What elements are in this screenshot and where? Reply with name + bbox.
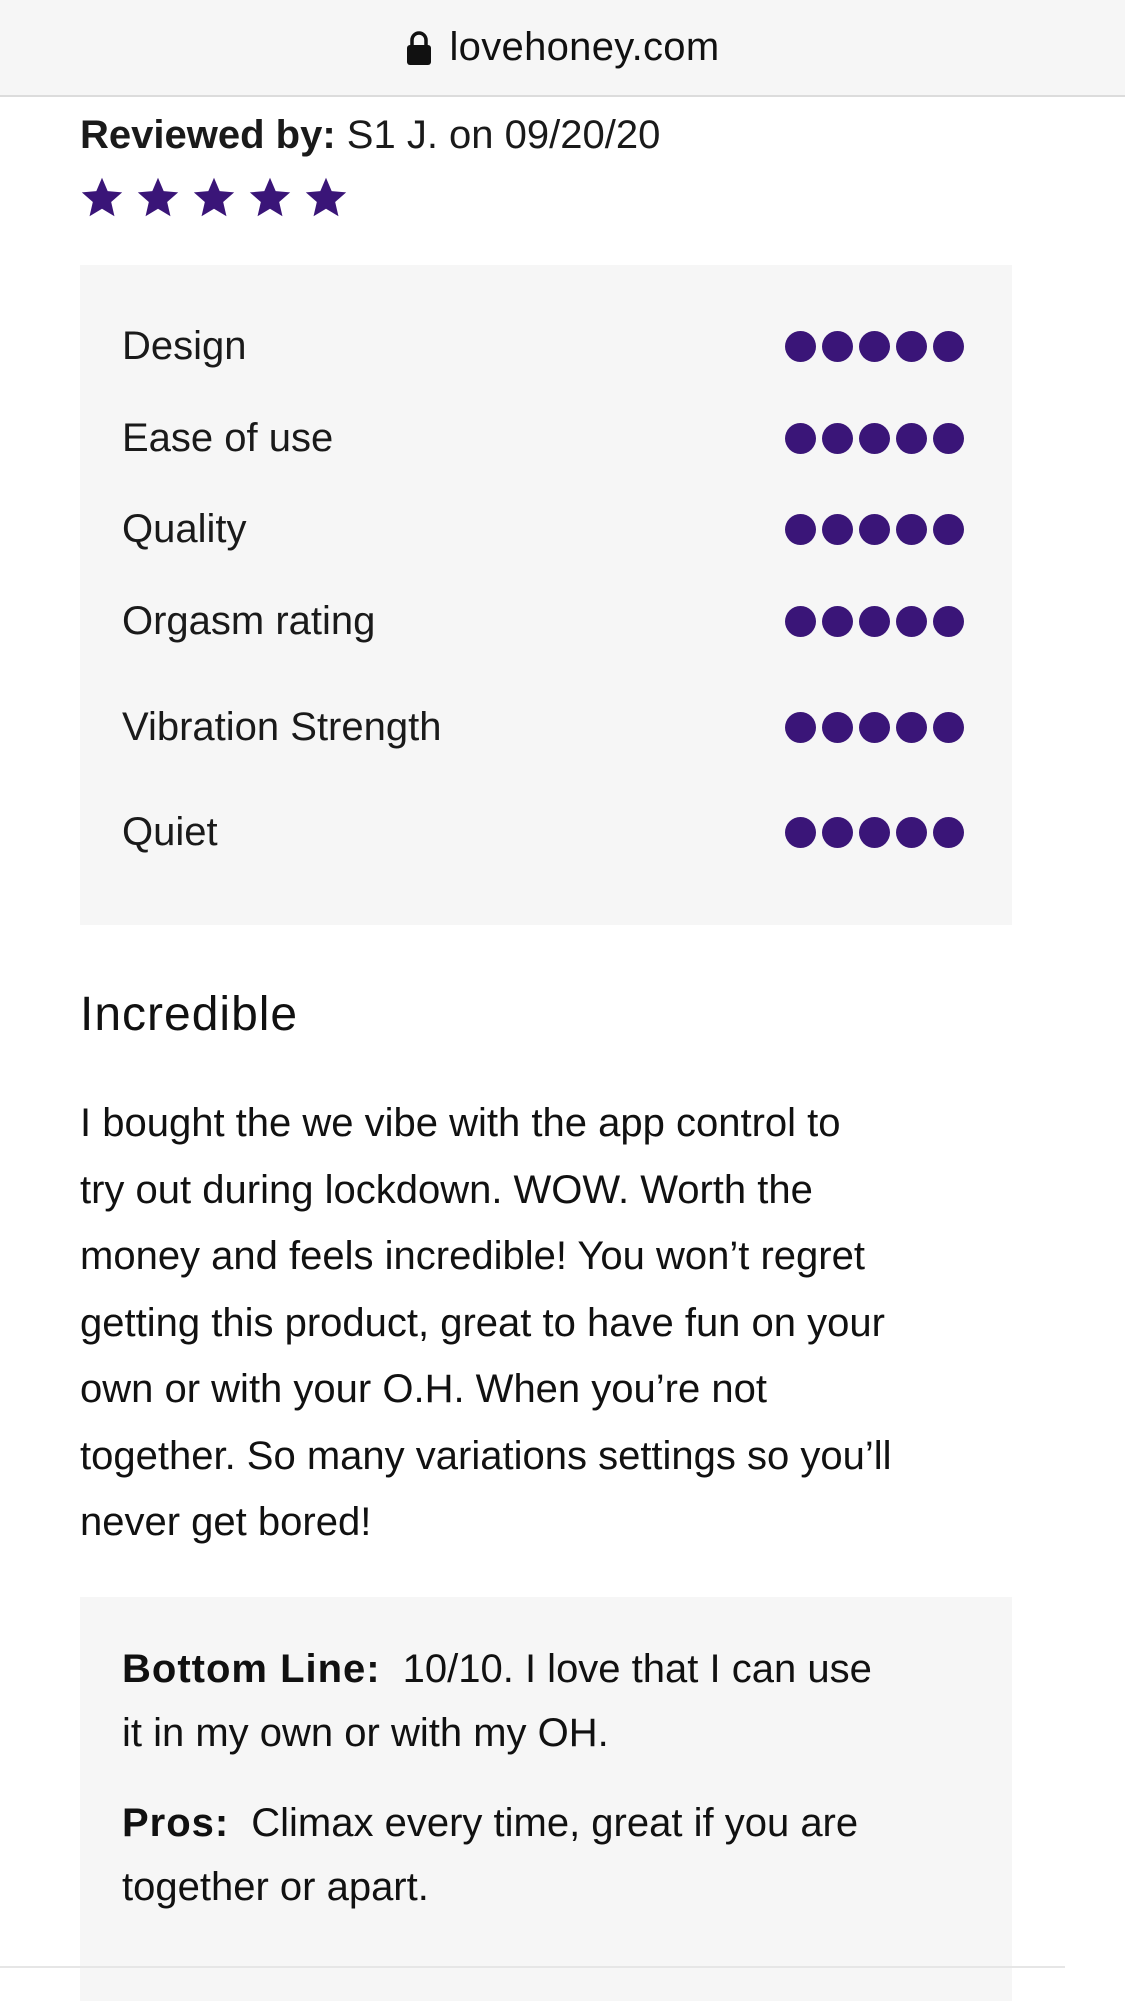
review-body-line: never get bored! <box>80 1500 372 1544</box>
rating-dot <box>896 816 927 848</box>
rating-dot <box>822 605 853 637</box>
overall-star-rating <box>80 175 348 219</box>
star-icon <box>193 177 235 217</box>
bottom-line-text: 10/10. I love that I can use <box>402 1647 872 1691</box>
bottom-line-first: Bottom Line: 10/10. I love that I can use <box>122 1637 982 1701</box>
rating-dot <box>859 605 890 637</box>
browser-url-bar[interactable]: lovehoney.com <box>0 0 1125 97</box>
rating-dot <box>785 513 816 545</box>
pros-label: Pros: <box>122 1801 230 1845</box>
rating-label: Vibration Strength <box>122 704 442 749</box>
ratings-panel: Design Ease of use Quality Orgasm rating… <box>80 265 1012 925</box>
star-icon <box>81 177 123 217</box>
rating-label: Orgasm rating <box>122 598 376 643</box>
lock-icon <box>406 30 432 66</box>
rating-dot <box>859 422 890 454</box>
bottom-line: Bottom Line: 10/10. I love that I can use… <box>122 1637 982 1765</box>
rating-label: Design <box>122 323 247 368</box>
url-text: lovehoney.com <box>449 25 720 69</box>
pros-text: together or apart. <box>122 1865 429 1909</box>
page-divider <box>0 1966 1065 1968</box>
rating-dot <box>859 513 890 545</box>
pros-text: Climax every time, great if you are <box>251 1801 859 1845</box>
bottom-line-text: it in my own or with my OH. <box>122 1711 609 1755</box>
rating-dot <box>785 330 816 362</box>
rating-dot <box>933 711 964 743</box>
rating-dot <box>785 711 816 743</box>
rating-dots <box>785 605 964 637</box>
rating-dots <box>785 422 964 454</box>
review-body-line: I bought the we vibe with the app contro… <box>80 1101 841 1145</box>
summary-panel: Bottom Line: 10/10. I love that I can use… <box>80 1597 1012 2001</box>
rating-row-quality: Quality <box>122 499 964 559</box>
rating-dot <box>785 422 816 454</box>
rating-dot <box>822 422 853 454</box>
pros: Pros: Climax every time, great if you are… <box>122 1791 982 1919</box>
rating-dot <box>822 711 853 743</box>
rating-dots <box>785 711 964 743</box>
review-body: I bought the we vibe with the app contro… <box>80 1090 1012 1556</box>
rating-dot <box>933 330 964 362</box>
rating-dots <box>785 513 964 545</box>
review-title: Incredible <box>80 988 299 1041</box>
star-icon <box>249 177 291 217</box>
rating-row-quiet: Quiet <box>122 802 964 862</box>
rating-row-ease-of-use: Ease of use <box>122 408 964 468</box>
rating-label: Ease of use <box>122 415 334 460</box>
rating-dot <box>785 605 816 637</box>
rating-dot <box>859 330 890 362</box>
rating-dots <box>785 330 964 362</box>
rating-dot <box>896 513 927 545</box>
pros-first: Pros: Climax every time, great if you are <box>122 1791 982 1855</box>
rating-dot <box>896 711 927 743</box>
rating-dot <box>822 330 853 362</box>
review-body-line: together. So many variations settings so… <box>80 1433 892 1478</box>
rating-dot <box>896 422 927 454</box>
bottom-line-label: Bottom Line: <box>122 1647 381 1691</box>
rating-dot <box>859 816 890 848</box>
rating-label: Quality <box>122 506 247 551</box>
rating-label: Quiet <box>122 809 218 854</box>
star-icon <box>305 177 347 217</box>
rating-row-design: Design <box>122 316 964 376</box>
review-body-line: money and feels incredible! You won’t re… <box>80 1234 865 1278</box>
rating-dot <box>933 422 964 454</box>
reviewed-by-label: Reviewed by: <box>80 113 336 157</box>
review-body-line: getting this product, great to have fun … <box>80 1300 885 1345</box>
rating-dot <box>859 711 890 743</box>
rating-dot <box>933 816 964 848</box>
rating-dot <box>896 330 927 362</box>
rating-row-orgasm-rating: Orgasm rating <box>122 591 964 651</box>
reviewer-name-date: S1 J. on 09/20/20 <box>346 113 661 157</box>
summary-content: Bottom Line: 10/10. I love that I can use… <box>122 1637 982 1945</box>
rating-dot <box>822 816 853 848</box>
rating-dot <box>822 513 853 545</box>
rating-row-vibration-strength: Vibration Strength <box>122 697 964 757</box>
review-body-line: try out during lockdown. WOW. Worth the <box>80 1167 813 1212</box>
rating-dot <box>896 605 927 637</box>
reviewer-line: Reviewed by: S1 J. on 09/20/20 <box>80 107 660 163</box>
rating-dots <box>785 816 964 848</box>
rating-dot <box>933 513 964 545</box>
rating-dot <box>933 605 964 637</box>
rating-dot <box>785 816 816 848</box>
review-body-line: own or with your O.H. When you’re not <box>80 1367 767 1411</box>
star-icon <box>137 177 179 217</box>
